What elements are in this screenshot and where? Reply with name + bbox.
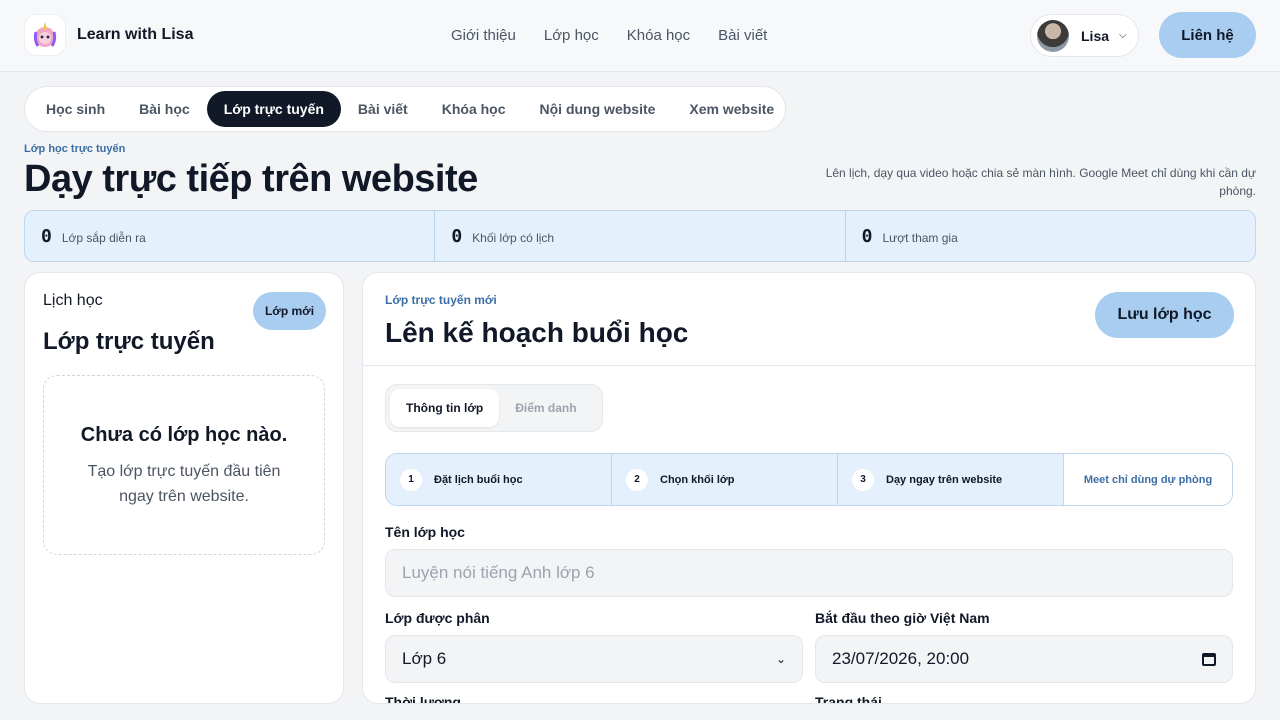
planner-subtabs: Thông tin lớp Điểm danh xyxy=(385,384,603,432)
stat-label: Lớp sắp diễn ra xyxy=(61,231,146,245)
tab-view-website[interactable]: Xem website xyxy=(672,91,791,127)
step-grade: 2 Chọn khối lớp xyxy=(612,454,838,505)
save-class-button[interactable]: Lưu lớp học xyxy=(1095,292,1234,338)
unicorn-icon xyxy=(33,22,57,47)
admin-tabs: Học sinh Bài học Lớp trực tuyến Bài viết… xyxy=(24,86,786,132)
start-time-label: Bắt đầu theo giờ Việt Nam xyxy=(815,610,990,626)
status-label: Trạng thái xyxy=(815,694,882,704)
stat-label: Khối lớp có lịch xyxy=(472,231,555,245)
grade-label: Lớp được phân xyxy=(385,610,490,626)
nav-link-courses[interactable]: Khóa học xyxy=(627,27,690,44)
user-menu[interactable]: Lisa ⌵ xyxy=(1030,14,1139,57)
chevron-down-icon: ⌄ xyxy=(775,652,786,666)
nav-link-classes[interactable]: Lớp học xyxy=(544,27,599,44)
empty-state: Chưa có lớp học nào. Tạo lớp trực tuyến … xyxy=(43,375,325,555)
new-class-button[interactable]: Lớp mới xyxy=(253,292,326,330)
step-number: 3 xyxy=(852,468,874,491)
nav-link-intro[interactable]: Giới thiệu xyxy=(451,27,516,44)
planner-title: Lên kế hoạch buổi học xyxy=(385,317,689,348)
step-label: Dạy ngay trên website xyxy=(886,473,1003,486)
stat-upcoming: 0 Lớp sắp diễn ra xyxy=(25,211,436,261)
tab-posts[interactable]: Bài viết xyxy=(341,91,425,127)
step-label: Đặt lịch buổi học xyxy=(434,473,523,486)
class-name-input[interactable]: Luyện nói tiếng Anh lớp 6 xyxy=(385,549,1233,597)
brand-logo[interactable] xyxy=(24,14,66,56)
user-name: Lisa xyxy=(1081,27,1110,44)
calendar-icon[interactable] xyxy=(1202,652,1216,666)
tab-website-content[interactable]: Nội dung website xyxy=(523,91,673,127)
avatar xyxy=(1037,19,1069,52)
page-title: Dạy trực tiếp trên website xyxy=(24,158,478,200)
stats-bar: 0 Lớp sắp diễn ra 0 Khối lớp có lịch 0 L… xyxy=(24,210,1256,262)
contact-button[interactable]: Liên hệ xyxy=(1159,12,1256,58)
page-description: Lên lịch, dạy qua video hoặc chia sẻ màn… xyxy=(825,166,1256,198)
tab-online-classes[interactable]: Lớp trực tuyến xyxy=(206,91,341,127)
schedule-card: Lịch học Lớp trực tuyến Lớp mới Chưa có … xyxy=(24,272,344,704)
planner-header: Lớp trực tuyến mới Lên kế hoạch buổi học… xyxy=(363,273,1255,366)
top-bar: Learn with Lisa Giới thiệu Lớp học Khóa … xyxy=(0,0,1280,72)
subtab-class-info[interactable]: Thông tin lớp xyxy=(390,389,500,427)
main-nav: Giới thiệu Lớp học Khóa học Bài viết xyxy=(451,27,767,44)
grade-select-value: Lớp 6 xyxy=(402,649,447,668)
tab-lessons[interactable]: Bài học xyxy=(122,91,207,127)
stat-label: Lượt tham gia xyxy=(882,231,958,245)
subtab-attendance[interactable]: Điểm danh xyxy=(499,389,592,427)
schedule-title: Lớp trực tuyến xyxy=(43,328,215,355)
stat-attendance: 0 Lượt tham gia xyxy=(846,211,1255,261)
stat-value: 0 xyxy=(861,225,873,247)
class-name-label: Tên lớp học xyxy=(385,524,465,540)
planner-card: Lớp trực tuyến mới Lên kế hoạch buổi học… xyxy=(362,272,1256,704)
step-schedule: 1 Đặt lịch buổi học xyxy=(386,454,612,505)
step-number: 1 xyxy=(400,468,422,491)
start-time-input[interactable]: 23/07/2026, 20:00 xyxy=(815,635,1233,683)
duration-label: Thời lượng xyxy=(385,694,461,704)
nav-link-posts[interactable]: Bài viết xyxy=(718,27,767,44)
brand-name[interactable]: Learn with Lisa xyxy=(77,26,193,44)
page-eyebrow: Lớp học trực tuyến xyxy=(24,143,126,155)
empty-state-description: Tạo lớp trực tuyến đầu tiên ngay trên we… xyxy=(87,463,281,505)
step-label: Chọn khối lớp xyxy=(660,473,735,486)
step-teach: 3 Dạy ngay trên website xyxy=(838,454,1064,505)
planner-eyebrow: Lớp trực tuyến mới xyxy=(385,293,497,307)
stat-value: 0 xyxy=(41,225,52,247)
setup-steps: 1 Đặt lịch buổi học 2 Chọn khối lớp 3 Dạ… xyxy=(385,453,1233,506)
meet-backup-note: Meet chỉ dùng dự phòng xyxy=(1064,454,1232,505)
tab-students[interactable]: Học sinh xyxy=(29,91,122,127)
grade-select[interactable]: Lớp 6 ⌄ xyxy=(385,635,803,683)
chevron-down-icon: ⌵ xyxy=(1119,30,1127,41)
start-time-value: 23/07/2026, 20:00 xyxy=(832,649,970,668)
step-number: 2 xyxy=(626,468,648,491)
empty-state-title: Chưa có lớp học nào. xyxy=(80,424,288,446)
stat-grades: 0 Khối lớp có lịch xyxy=(435,211,846,261)
schedule-label: Lịch học xyxy=(43,292,103,309)
tab-courses[interactable]: Khóa học xyxy=(425,91,523,127)
stat-value: 0 xyxy=(451,225,463,247)
